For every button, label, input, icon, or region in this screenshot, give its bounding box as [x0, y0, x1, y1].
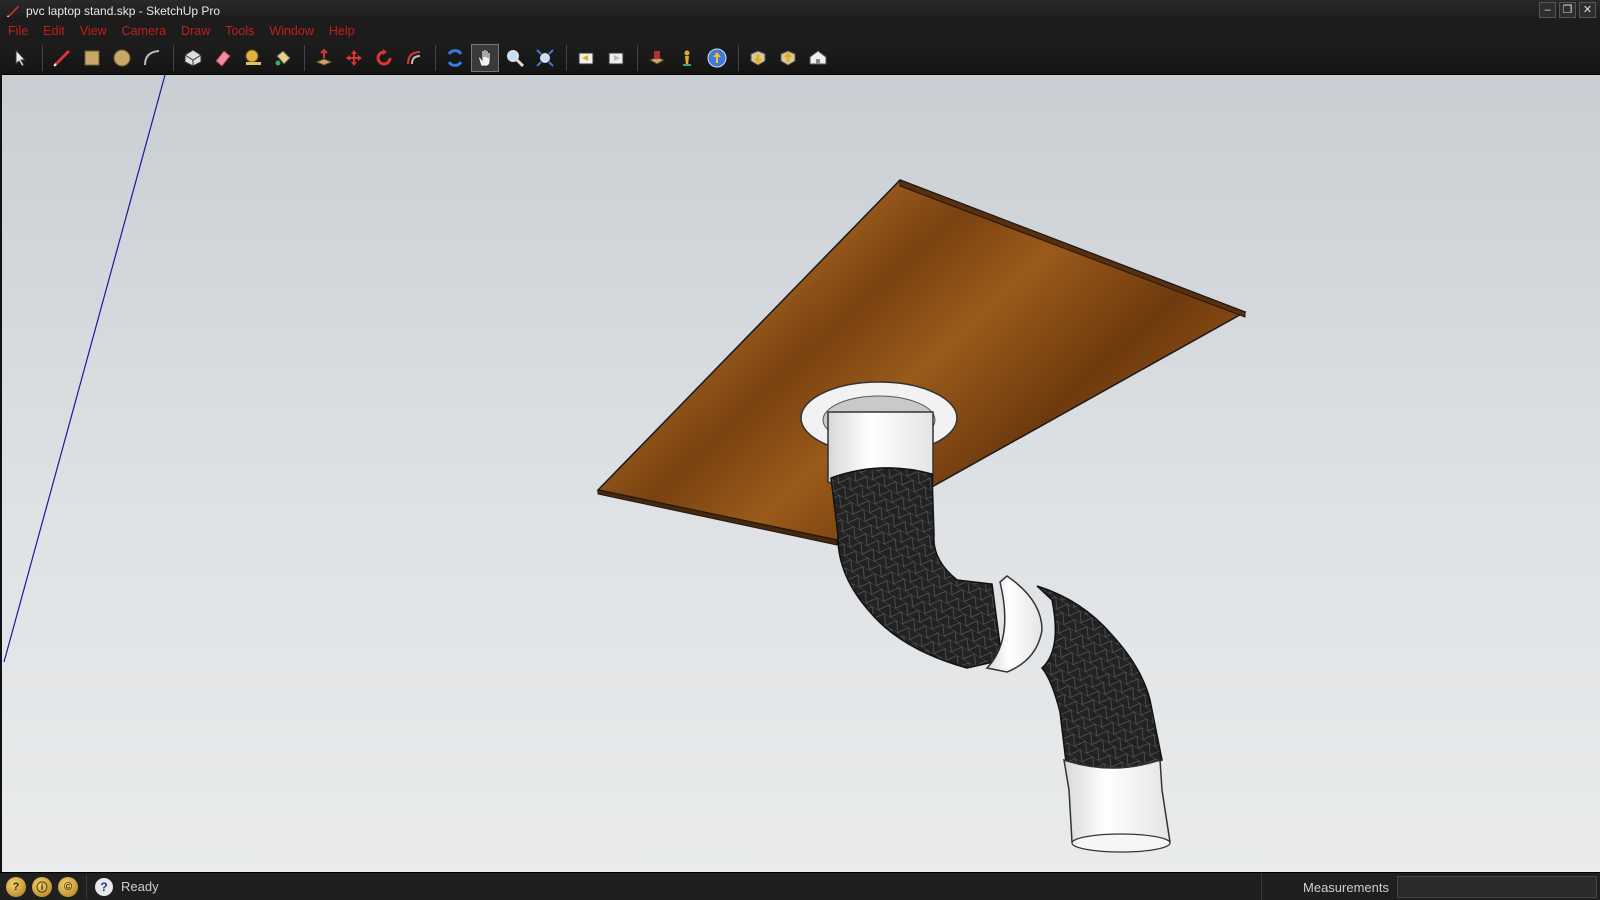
add-location-icon [648, 50, 666, 65]
toolbar-separator [435, 44, 436, 71]
move-icon [346, 49, 362, 66]
toggle-terrain-button[interactable] [673, 44, 701, 72]
make-component-icon [184, 48, 202, 67]
select-tool-button[interactable] [7, 44, 35, 72]
move-tool-button[interactable] [340, 44, 368, 72]
add-location-button[interactable] [643, 44, 671, 72]
measurements-label: Measurements [1261, 873, 1397, 900]
line-icon [53, 49, 71, 67]
get-models-icon [750, 49, 766, 66]
photo-textures-icon [707, 48, 727, 67]
pvc-elbow-lower [1036, 585, 1163, 770]
photo-textures-button[interactable] [703, 44, 731, 72]
menu-file[interactable]: File [8, 24, 28, 38]
toolbar-separator [173, 44, 174, 71]
model-scene [3, 75, 1247, 853]
orbit-icon [447, 48, 463, 67]
push-pull-icon [315, 48, 333, 66]
next-view-icon [608, 52, 624, 64]
toolbar-separator [738, 44, 739, 71]
help-icon[interactable]: ? [95, 877, 113, 896]
get-models-button[interactable] [744, 44, 772, 72]
pan-tool-button[interactable] [471, 43, 499, 72]
toolbar-separator [304, 44, 305, 71]
line-tool-button[interactable] [48, 44, 76, 72]
main-toolbar [0, 41, 1600, 75]
eraser-icon [215, 49, 231, 67]
zoom-extents-icon [536, 48, 554, 67]
offset-icon [407, 50, 421, 64]
rotate-tool-button[interactable] [370, 44, 398, 72]
next-view-button[interactable] [602, 44, 630, 72]
share-model-button[interactable] [774, 44, 802, 72]
measurements-input[interactable] [1397, 876, 1597, 898]
share-model-icon [780, 49, 796, 66]
credits-icon[interactable]: ⓘ [32, 876, 52, 897]
orbit-tool-button[interactable] [441, 44, 469, 72]
pan-icon [478, 48, 491, 66]
paint-bucket-tool-button[interactable] [269, 44, 297, 72]
menu-tools[interactable]: Tools [225, 24, 254, 38]
tape-measure-icon [245, 49, 261, 65]
rectangle-tool-button[interactable] [78, 44, 106, 72]
copyright-icon[interactable]: © [58, 876, 78, 897]
menu-edit[interactable]: Edit [43, 24, 65, 38]
circle-icon [113, 49, 131, 66]
eraser-tool-button[interactable] [209, 44, 237, 72]
menu-draw[interactable]: Draw [181, 24, 210, 38]
status-separator [86, 874, 87, 899]
rectangle-icon [84, 50, 100, 65]
window-title: pvc laptop stand.skp - SketchUp Pro [26, 3, 221, 18]
make-component-tool-button[interactable] [179, 44, 207, 72]
sketchup-app-icon [7, 5, 19, 17]
minimize-button[interactable]: – [1539, 2, 1556, 18]
arc-icon [144, 49, 160, 65]
pvc-pipe-lower [1063, 758, 1171, 853]
menu-bar: File Edit View Camera Draw Tools Window … [0, 21, 1600, 41]
select-icon [15, 48, 27, 67]
paint-bucket-icon [275, 49, 291, 65]
blue-axis-line [3, 75, 166, 663]
geo-location-icon[interactable]: ? [6, 876, 26, 897]
toolbar-separator [637, 44, 638, 71]
menu-view[interactable]: View [80, 24, 107, 38]
arc-tool-button[interactable] [138, 44, 166, 72]
menu-window[interactable]: Window [269, 24, 313, 38]
menu-help[interactable]: Help [329, 24, 355, 38]
previous-view-button[interactable] [572, 44, 600, 72]
pvc-elbow-upper [830, 467, 1003, 669]
zoom-icon [507, 49, 525, 67]
modeling-viewport[interactable] [0, 75, 1600, 872]
zoom-extents-tool-button[interactable] [531, 44, 559, 72]
rotate-icon [376, 48, 392, 65]
push-pull-tool-button[interactable] [310, 44, 338, 72]
toolbar-separator [566, 44, 567, 71]
circle-tool-button[interactable] [108, 44, 136, 72]
title-bar: pvc laptop stand.skp - SketchUp Pro – ❐ … [0, 0, 1600, 21]
zoom-tool-button[interactable] [501, 44, 529, 72]
restore-button[interactable]: ❐ [1559, 2, 1576, 18]
toolbar-separator [42, 44, 43, 71]
tape-measure-tool-button[interactable] [239, 44, 267, 72]
previous-view-icon [578, 52, 594, 64]
close-button[interactable]: ✕ [1579, 2, 1596, 18]
toggle-terrain-icon [683, 50, 691, 66]
status-bar: ? ⓘ © ? Ready Measurements [0, 872, 1600, 900]
window-controls: – ❐ ✕ [1539, 2, 1596, 18]
offset-tool-button[interactable] [400, 44, 428, 72]
menu-camera[interactable]: Camera [122, 24, 166, 38]
extension-warehouse-icon [809, 49, 827, 64]
extension-warehouse-button[interactable] [804, 44, 832, 72]
status-text: Ready [121, 879, 159, 894]
